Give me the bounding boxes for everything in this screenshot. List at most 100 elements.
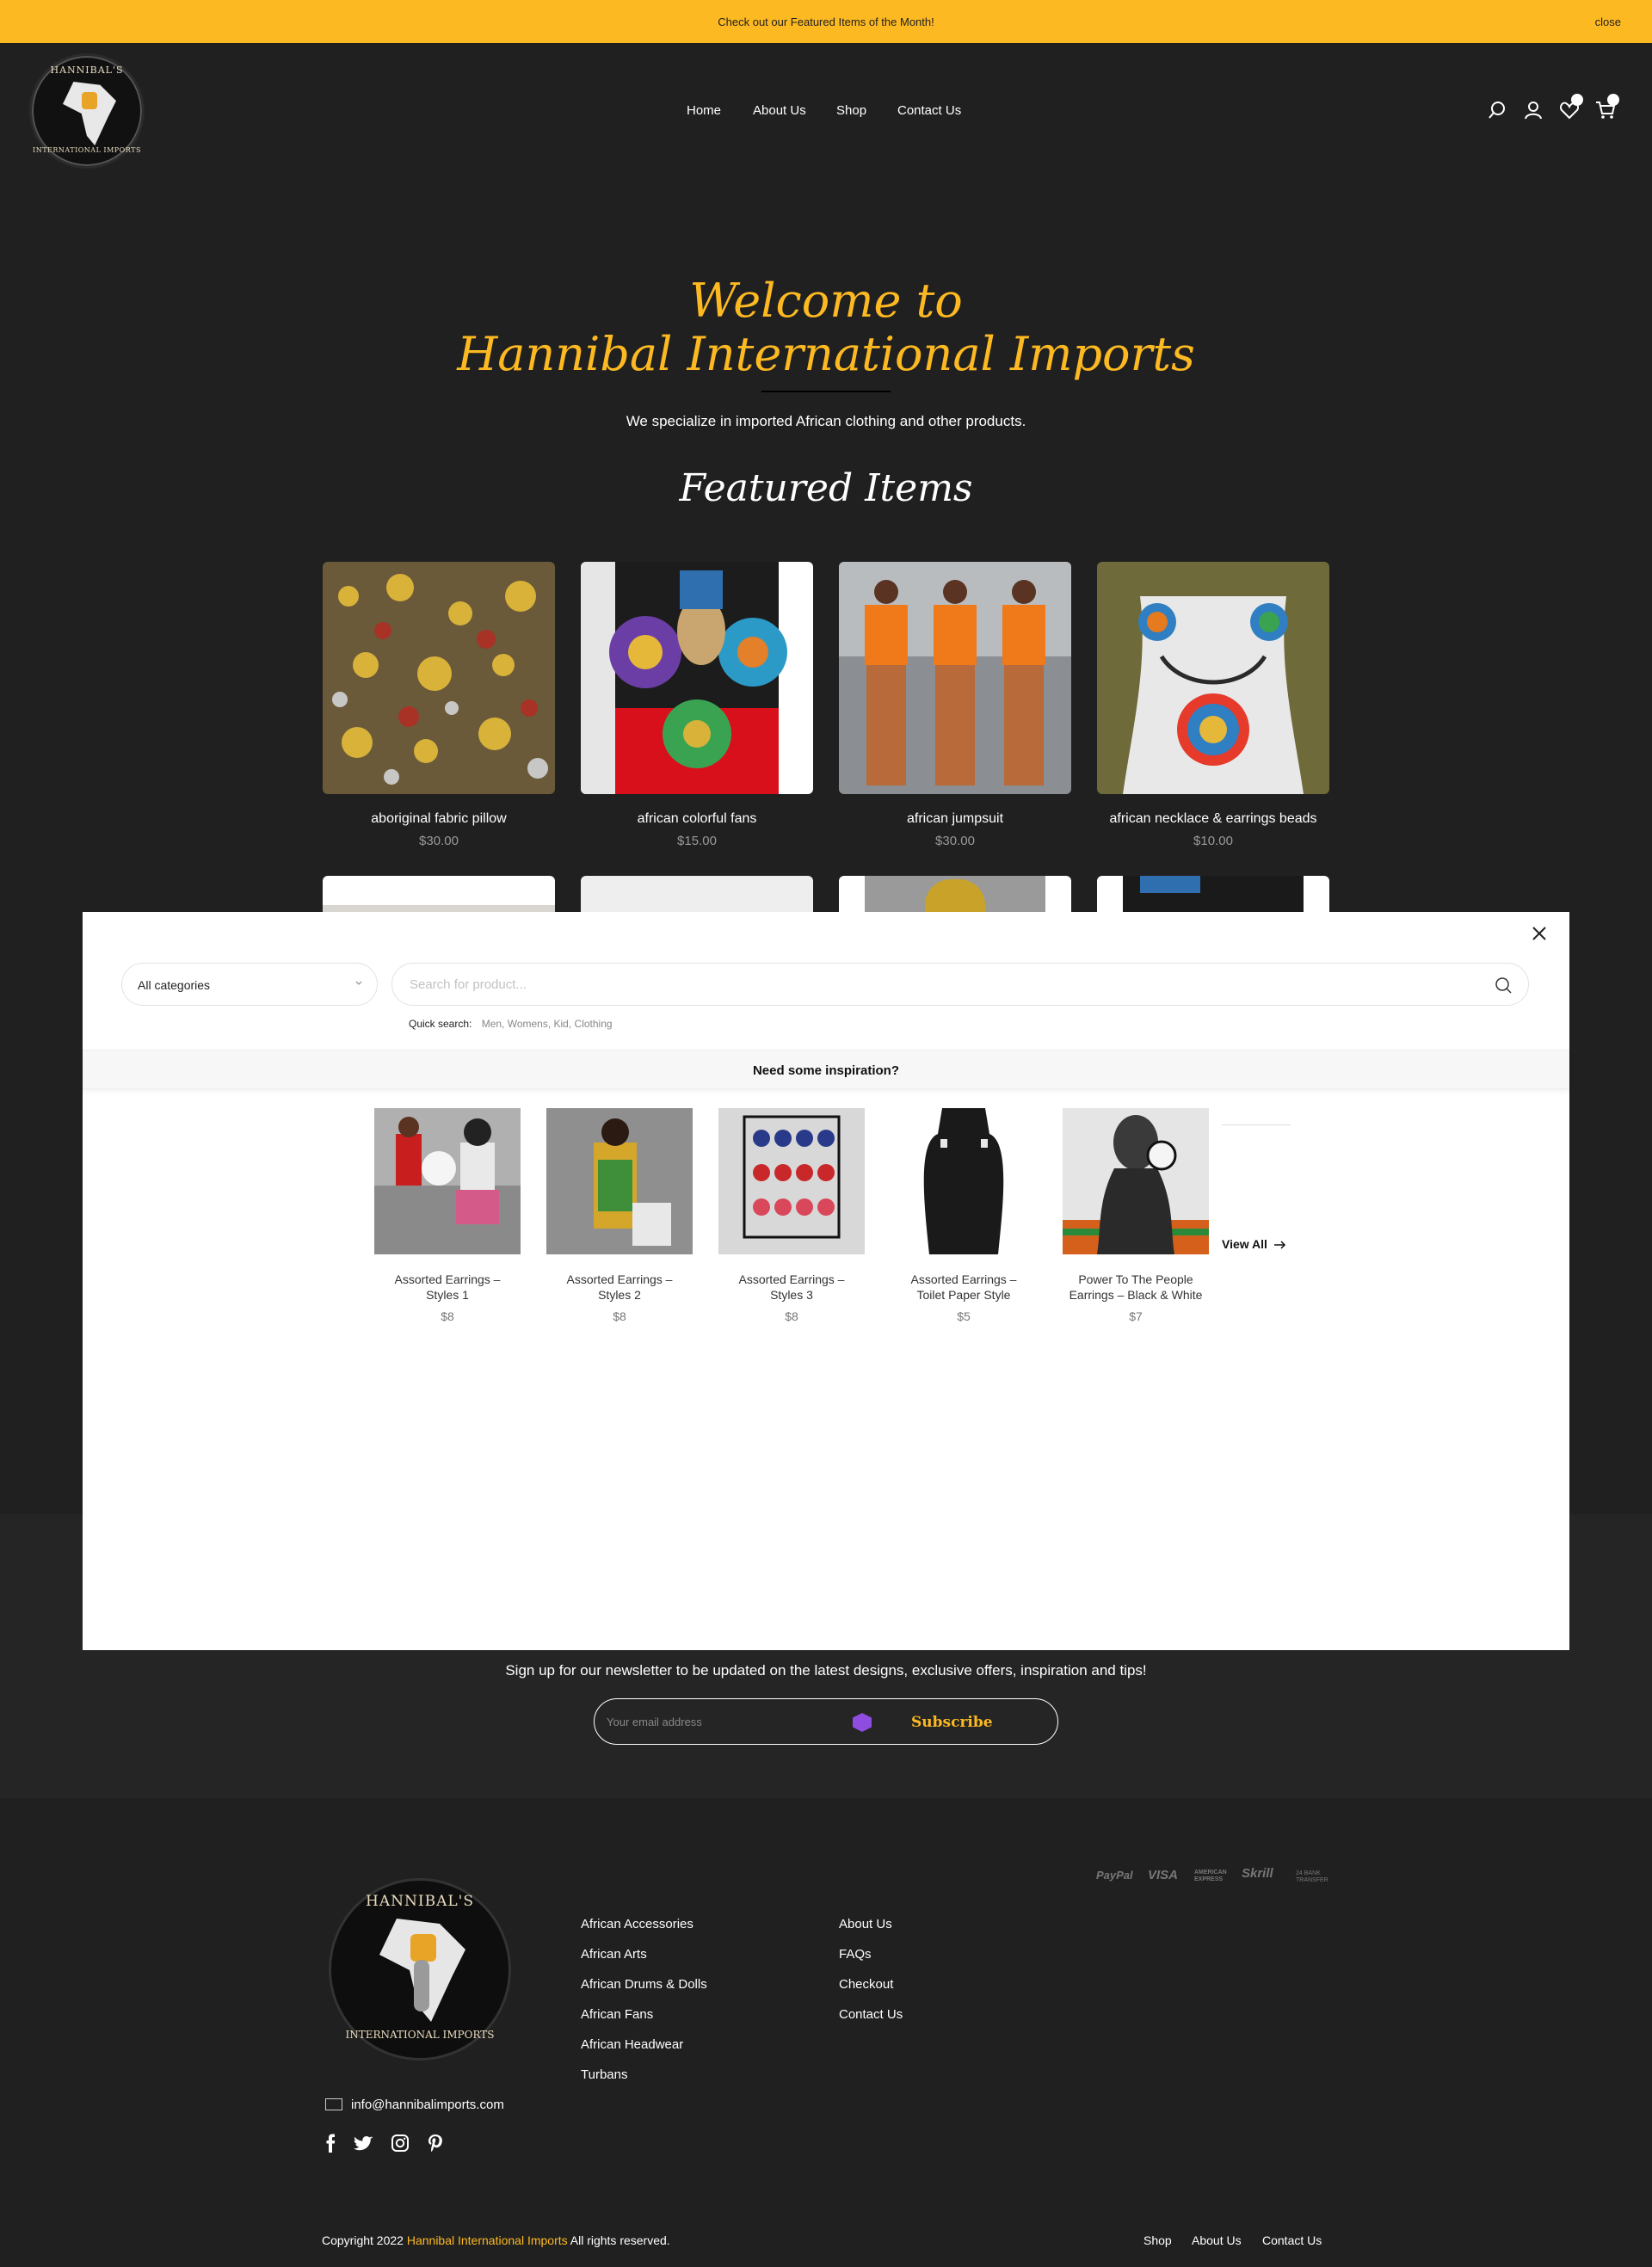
suggestion-name[interactable]: Styles 3 [770,1288,813,1302]
suggestion-price: $5 [957,1309,971,1323]
footer-logo-top-text: HANNIBAL'S [366,1893,474,1910]
footer-link-info[interactable]: Contact Us [839,2007,903,2022]
footer-bottom-about-us[interactable]: About Us [1192,2233,1242,2247]
announcement-close-button[interactable]: close [1595,15,1621,28]
product-image-necklace[interactable] [1097,562,1329,794]
footer-link-category[interactable]: African Arts [581,1947,647,1962]
product-image-fans[interactable] [581,562,813,794]
product-name[interactable]: african colorful fans [581,811,813,827]
view-all-divider [1222,1124,1291,1125]
footer-link-category[interactable]: Turbans [581,2067,627,2082]
suggestion-image[interactable] [546,1108,693,1254]
footer-link-info[interactable]: FAQs [839,1947,872,1962]
footer-link-category[interactable]: African Headwear [581,2037,683,2052]
footer-link-info[interactable]: Checkout [839,1977,893,1992]
footer-logo-bottom-text: INTERNATIONAL IMPORTS [345,2029,495,2041]
footer-email[interactable]: info@hannibalimports.com [325,2098,504,2112]
suggestion-name[interactable]: Assorted Earrings – [911,1272,1017,1286]
suggestion-name[interactable]: Assorted Earrings – [739,1272,845,1286]
suggestion-name[interactable]: Styles 2 [598,1288,641,1302]
suggestion-item[interactable]: Power To The People Earrings – Black & Wh… [1063,1108,1209,1323]
footer-link-info[interactable]: About Us [839,1917,892,1931]
product-card[interactable]: aboriginal fabric pillow $30.00 [323,562,555,848]
announcement-message: Check out our Featured Items of the Mont… [718,15,934,28]
suggestion-item[interactable]: Assorted Earrings – Toilet Paper Style $5 [891,1108,1037,1323]
view-all-link[interactable]: View All [1222,1237,1286,1251]
view-all-label[interactable]: View All [1222,1237,1267,1251]
suggestion-name[interactable]: Assorted Earrings – [567,1272,673,1286]
nav-about-us[interactable]: About Us [753,103,806,118]
suggestion-name[interactable]: Earrings – Black & White [1069,1288,1203,1302]
footer-email-text[interactable]: info@hannibalimports.com [351,2098,504,2112]
suggestion-item[interactable]: Assorted Earrings – Styles 3 $8 [718,1108,865,1323]
suggestion-image[interactable] [718,1108,865,1254]
product-price: $10.00 [1193,834,1233,848]
suggestion-image[interactable] [1063,1108,1209,1254]
footer-logo[interactable]: HANNIBAL'S INTERNATIONAL IMPORTS [329,1878,511,2061]
suggestion-image[interactable] [374,1108,521,1254]
close-icon[interactable] [1528,922,1550,945]
logo-top-text: HANNIBAL'S [50,65,124,76]
product-image-jumpsuit[interactable] [839,562,1071,794]
logo-accent [410,1934,436,1962]
inspiration-title: Need some inspiration? [752,1063,900,1078]
pinterest-icon[interactable] [426,2134,445,2153]
search-modal: All categories Quick search: Men, Womens… [83,912,1569,1650]
footer-link-category[interactable]: African Drums & Dolls [581,1977,707,1992]
product-card-peek [839,876,1071,912]
product-card[interactable]: african necklace & earrings beads $10.00 [1097,562,1329,848]
product-card[interactable]: african jumpsuit $30.00 [839,562,1071,848]
facebook-icon[interactable] [322,2134,341,2153]
product-price: $30.00 [935,834,975,848]
subscribe-button[interactable]: Subscribe [911,1714,993,1731]
suggestion-name[interactable]: Toilet Paper Style [917,1288,1011,1302]
suggestion-price: $8 [785,1309,798,1323]
nav-home[interactable]: Home [687,103,721,118]
product-name[interactable]: african necklace & earrings beads [1097,811,1329,827]
suggestion-name[interactable]: Power To The People [1078,1272,1193,1286]
category-select[interactable]: All categories [121,963,378,1006]
copyright: Copyright 2022 Hannibal International Im… [322,2233,670,2247]
logo-bottom-text: INTERNATIONAL IMPORTS [33,146,141,154]
newsletter-email-input[interactable] [607,1699,856,1744]
suggestion-name[interactable]: Styles 1 [426,1288,469,1302]
featured-items-title: Featured Items [679,466,973,510]
hero-divider [761,391,891,392]
footer-bottom-shop[interactable]: Shop [1143,2233,1172,2247]
bank-transfer-icon: 24 BANK TRANSFER [1296,1870,1328,1884]
instagram-icon[interactable] [391,2134,410,2153]
copyright-prefix: Copyright 2022 [322,2233,404,2247]
product-image-pillow[interactable] [323,562,555,794]
product-name[interactable]: aboriginal fabric pillow [323,811,555,827]
search-input[interactable] [410,964,1442,1005]
product-card[interactable]: african colorful fans $15.00 [581,562,813,848]
suggestion-image[interactable] [891,1108,1037,1254]
user-icon[interactable] [1523,100,1544,120]
search-icon[interactable] [1487,100,1507,120]
cart-badge [1607,94,1619,106]
suggestion-item[interactable]: Assorted Earrings – Styles 2 $8 [546,1108,693,1323]
skrill-icon: Skrill [1242,1866,1273,1881]
nav-shop[interactable]: Shop [836,103,866,118]
product-name[interactable]: african jumpsuit [839,811,1071,827]
suggestion-item[interactable]: Assorted Earrings – Styles 1 $8 [374,1108,521,1323]
wishlist-badge [1571,94,1583,106]
announcement-bar: Check out our Featured Items of the Mont… [0,0,1652,43]
footer-link-category[interactable]: African Accessories [581,1917,693,1931]
quick-search-values[interactable]: Men, Womens, Kid, Clothing [482,1018,613,1030]
footer-bottom-contact-us[interactable]: Contact Us [1262,2233,1322,2247]
search-box [391,963,1529,1006]
chevron-down-icon [355,981,362,985]
nav-contact-us[interactable]: Contact Us [897,103,961,118]
newsletter-form: Subscribe [594,1698,1058,1745]
search-icon[interactable] [1494,976,1513,995]
twitter-icon[interactable] [354,2134,373,2153]
suggestion-name[interactable]: Assorted Earrings – [395,1272,501,1286]
footer-link-category[interactable]: African Fans [581,2007,653,2022]
suggestion-price: $7 [1129,1309,1143,1323]
product-card-peek [1097,876,1329,912]
copyright-brand-link[interactable]: Hannibal International Imports [407,2233,568,2247]
copyright-suffix: All rights reserved. [570,2233,670,2247]
bank-line2: TRANSFER [1296,1877,1328,1883]
hero-title-line1: Welcome to [689,274,963,328]
